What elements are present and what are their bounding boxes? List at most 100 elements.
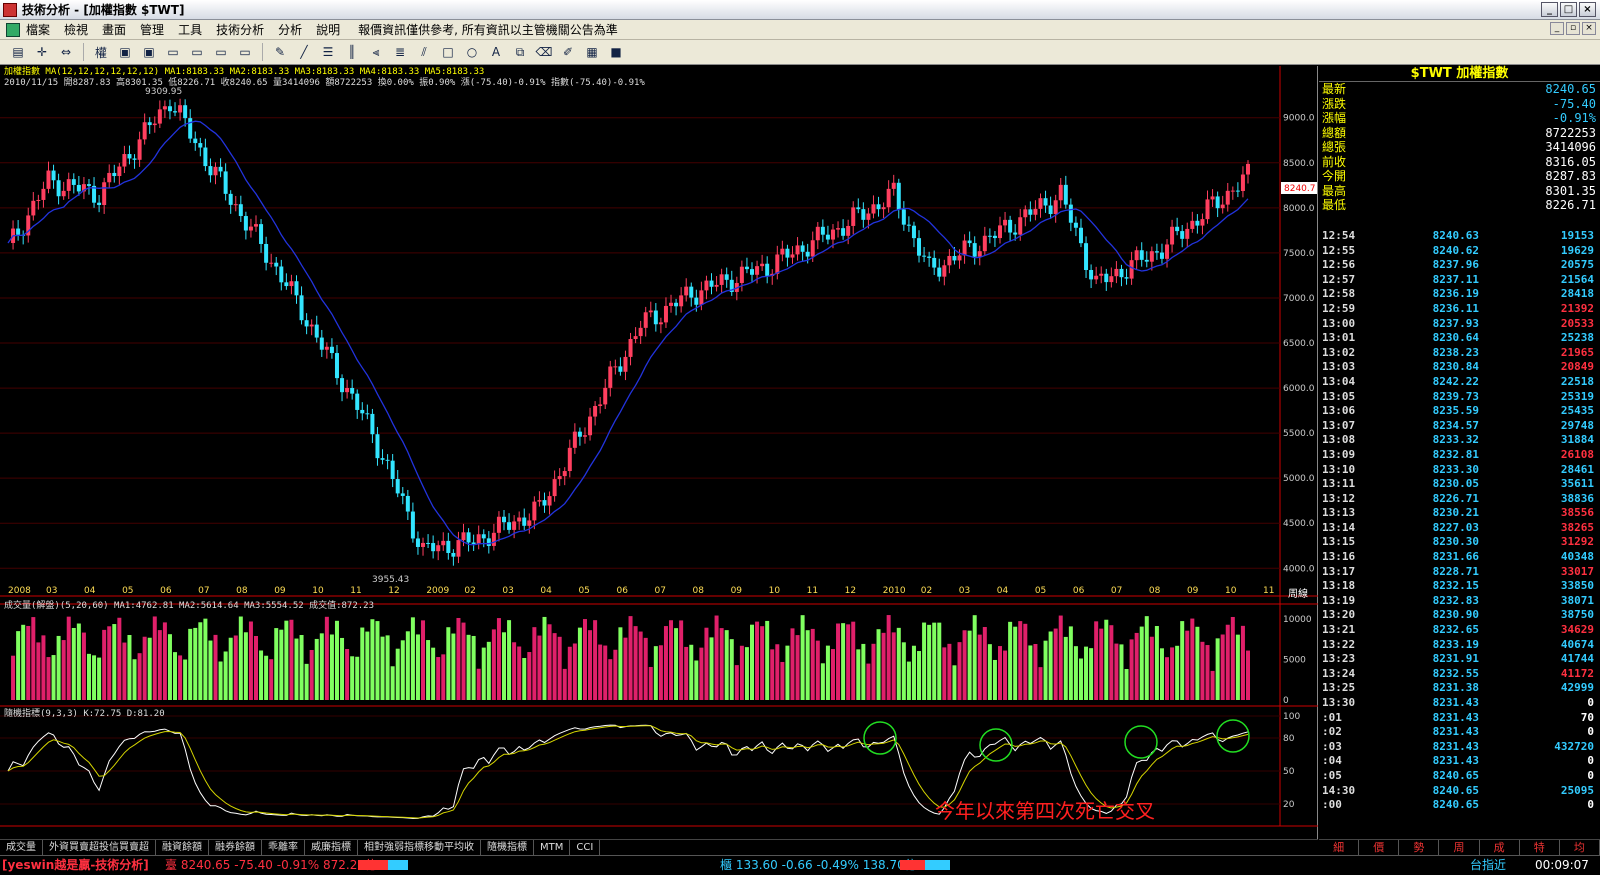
quote-tab[interactable]: 細 <box>1319 840 1360 855</box>
tick-row[interactable]: :05 8240.65 0 <box>1319 769 1600 784</box>
tick-row[interactable]: 13:09 8232.81 26108 <box>1319 448 1600 463</box>
tick-row[interactable]: 13:08 8233.32 31884 <box>1319 433 1600 448</box>
indicator-tab[interactable]: 成交量 <box>0 840 43 855</box>
tick-list[interactable]: 12:54 8240.63 19153 12:55 8240.62 19629 12:56 8… <box>1319 229 1600 813</box>
tick-row[interactable]: 13:06 8235.59 25435 <box>1319 404 1600 419</box>
weight-button[interactable]: 權 <box>91 43 111 61</box>
tick-row[interactable]: :02 8231.43 0 <box>1319 725 1600 740</box>
rectangle-icon[interactable]: □ <box>438 43 458 61</box>
line-icon[interactable]: ╱ <box>294 43 314 61</box>
window-icon[interactable]: ▭ <box>187 43 207 61</box>
window-icon[interactable]: ▭ <box>235 43 255 61</box>
close-button[interactable]: × <box>1579 2 1596 17</box>
technical-chart-area[interactable]: 9000.0 8500.0 8000.0 7500.0 7000.0 6500.0 6000… <box>0 65 1318 839</box>
indicator-tab[interactable]: 融券餘額 <box>209 840 262 855</box>
menu-view[interactable]: 檢視 <box>64 20 88 39</box>
indicator-tab[interactable]: 乖離率 <box>262 840 305 855</box>
hlines-icon[interactable]: ☰ <box>318 43 338 61</box>
save-icon[interactable]: ■ <box>606 43 626 61</box>
tick-row[interactable]: 13:18 8232.15 33850 <box>1319 579 1600 594</box>
tick-row[interactable]: 13:00 8237.93 20533 <box>1319 317 1600 332</box>
tick-row[interactable]: 13:20 8230.90 38750 <box>1319 608 1600 623</box>
tick-row[interactable]: 13:03 8230.84 20849 <box>1319 360 1600 375</box>
tick-row[interactable]: 12:56 8237.96 20575 <box>1319 258 1600 273</box>
tick-row[interactable]: 13:01 8230.64 25238 <box>1319 331 1600 346</box>
tick-row[interactable]: 12:58 8236.19 28418 <box>1319 287 1600 302</box>
menu-help[interactable]: 說明 <box>316 20 340 39</box>
image-icon[interactable]: ▣ <box>139 43 159 61</box>
eraser-icon[interactable]: ⌫ <box>534 43 554 61</box>
chart-svg[interactable]: 9000.0 8500.0 8000.0 7500.0 7000.0 6500.0 6000… <box>0 65 1318 839</box>
tick-row[interactable]: 13:19 8232.83 38071 <box>1319 594 1600 609</box>
crosshair-icon[interactable]: ✛ <box>32 43 52 61</box>
text-icon[interactable]: A <box>486 43 506 61</box>
mdi-minimize-button[interactable]: _ <box>1550 22 1564 35</box>
quote-tab[interactable]: 特 <box>1520 840 1560 855</box>
tick-row[interactable]: 14:30 8240.65 25095 <box>1319 784 1600 799</box>
menu-analysis[interactable]: 分析 <box>278 20 302 39</box>
indicator-tab[interactable]: 隨機指標 <box>481 840 534 855</box>
indicator-tab[interactable]: 威廉指標 <box>305 840 358 855</box>
tick-row[interactable]: 12:54 8240.63 19153 <box>1319 229 1600 244</box>
tick-row[interactable]: :04 8231.43 0 <box>1319 754 1600 769</box>
quote-tab[interactable]: 價 <box>1359 840 1400 855</box>
menu-manage[interactable]: 管理 <box>140 20 164 39</box>
tick-row[interactable]: 13:04 8242.22 22518 <box>1319 375 1600 390</box>
draw-icon[interactable]: ✎ <box>270 43 290 61</box>
tick-row[interactable]: 12:59 8236.11 21392 <box>1319 302 1600 317</box>
menu-screen[interactable]: 畫面 <box>102 20 126 39</box>
mdi-restore-button[interactable]: ▫ <box>1566 22 1580 35</box>
mdi-close-button[interactable]: × <box>1582 22 1596 35</box>
tick-row[interactable]: 13:22 8233.19 40674 <box>1319 638 1600 653</box>
fib-icon[interactable]: ≣ <box>390 43 410 61</box>
tick-row[interactable]: :01 8231.43 70 <box>1319 711 1600 726</box>
tick-row[interactable]: 13:07 8234.57 29748 <box>1319 419 1600 434</box>
zoom-icon[interactable]: ⇔ <box>56 43 76 61</box>
tick-row[interactable]: 13:02 8238.23 21965 <box>1319 346 1600 361</box>
vlines-icon[interactable]: ║ <box>342 43 362 61</box>
menu-file[interactable]: 檔案 <box>26 20 50 39</box>
tick-row[interactable]: 13:17 8228.71 33017 <box>1319 565 1600 580</box>
tick-row[interactable]: :00 8240.65 0 <box>1319 798 1600 813</box>
fan-icon[interactable]: ⫷ <box>366 43 386 61</box>
tick-row[interactable]: 13:11 8230.05 35611 <box>1319 477 1600 492</box>
palette-icon[interactable]: ▦ <box>582 43 602 61</box>
tick-row[interactable]: 13:30 8231.43 0 <box>1319 696 1600 711</box>
quote-tab[interactable]: 成 <box>1480 840 1520 855</box>
chart-type-icon[interactable]: ▤ <box>8 43 28 61</box>
channel-icon[interactable]: ⫽ <box>414 43 434 61</box>
tick-row[interactable]: 13:13 8230.21 38556 <box>1319 506 1600 521</box>
quote-tab[interactable]: 均 <box>1560 840 1600 855</box>
minimize-button[interactable]: _ <box>1541 2 1558 17</box>
window-icon[interactable]: ▭ <box>211 43 231 61</box>
tick-row[interactable]: 13:15 8230.30 31292 <box>1319 535 1600 550</box>
indicator-tab[interactable]: 相對強弱指標移動平均收 <box>358 840 481 855</box>
pen-icon[interactable]: ✐ <box>558 43 578 61</box>
menu-tools[interactable]: 工具 <box>178 20 202 39</box>
tick-row[interactable]: 13:23 8231.91 41744 <box>1319 652 1600 667</box>
window-icon[interactable]: ▭ <box>163 43 183 61</box>
tick-row[interactable]: 13:12 8226.71 38836 <box>1319 492 1600 507</box>
tick-row[interactable]: 12:55 8240.62 19629 <box>1319 244 1600 259</box>
tick-row[interactable]: 13:05 8239.73 25319 <box>1319 390 1600 405</box>
tick-row[interactable]: :03 8231.43 432720 <box>1319 740 1600 755</box>
image-icon[interactable]: ▣ <box>115 43 135 61</box>
quote-tab[interactable]: 勢 <box>1399 840 1440 855</box>
maximize-button[interactable]: □ <box>1560 2 1577 17</box>
menu-technical[interactable]: 技術分析 <box>216 20 264 39</box>
tick-row[interactable]: 13:25 8231.38 42999 <box>1319 681 1600 696</box>
tick-row[interactable]: 13:24 8232.55 41172 <box>1319 667 1600 682</box>
indicator-tab[interactable]: MTM <box>534 840 571 855</box>
ellipse-icon[interactable]: ○ <box>462 43 482 61</box>
tick-row[interactable]: 12:57 8237.11 21564 <box>1319 273 1600 288</box>
tick-row[interactable]: 13:10 8233.30 28461 <box>1319 463 1600 478</box>
indicator-tab[interactable]: 外資買賣超投信買賣超 <box>43 840 156 855</box>
tick-row[interactable]: 13:14 8227.03 38265 <box>1319 521 1600 536</box>
indicator-tab[interactable]: 融資餘額 <box>156 840 209 855</box>
tick-row[interactable]: 13:21 8232.65 34629 <box>1319 623 1600 638</box>
indicator-tab[interactable]: CCI <box>570 840 601 855</box>
copy-icon[interactable]: ⧉ <box>510 43 530 61</box>
tick-row[interactable]: 13:16 8231.66 40348 <box>1319 550 1600 565</box>
quote-tab[interactable]: 周 <box>1439 840 1480 855</box>
document-icon[interactable] <box>6 23 20 37</box>
